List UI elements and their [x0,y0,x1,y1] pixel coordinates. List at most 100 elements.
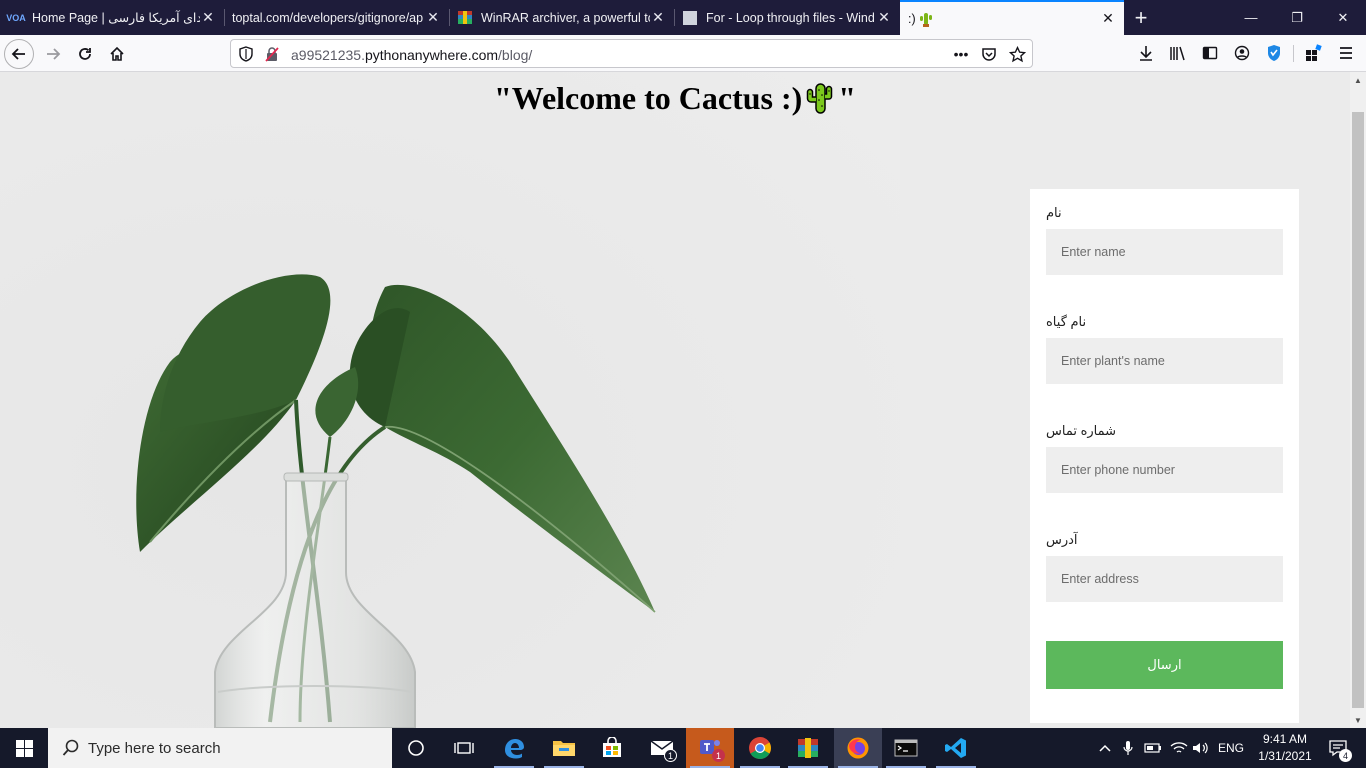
firefox-icon[interactable] [834,728,882,768]
address-bar[interactable]: a99521235.pythonanywhere.com/blog/ ••• [230,39,1033,68]
bookmark-star-icon[interactable] [1007,45,1027,63]
page-actions-more-icon[interactable]: ••• [951,45,971,63]
close-window-button[interactable]: ✕ [1320,0,1366,35]
tab-voa[interactable]: VOA Home Page | صدای آمریکا فارسی ✕ [0,0,224,35]
teams-badge: 1 [712,749,725,762]
generic-page-icon [682,10,698,26]
tab-title: Home Page | صدای آمریکا فارسی [32,11,200,25]
edge-icon[interactable] [490,728,538,768]
plant-order-form: نام نام گیاه شماره تماس آدرس ارسال [1030,189,1299,723]
vpn-shield-icon[interactable] [1263,43,1285,63]
name-input[interactable] [1046,229,1283,275]
vscode-icon[interactable] [932,728,980,768]
wifi-icon[interactable] [1168,728,1190,768]
page-title: "Welcome to Cactus :) " [493,80,857,116]
plant-name-input[interactable] [1046,338,1283,384]
address-field-group: آدرس [1046,532,1283,602]
close-tab-icon[interactable]: ✕ [650,9,666,26]
start-button[interactable] [0,728,48,768]
address-label: آدرس [1046,532,1078,547]
store-icon[interactable] [588,728,636,768]
extensions-icon[interactable] [1303,43,1325,63]
toolbar-separator [1293,45,1294,62]
url-text[interactable]: a99521235.pythonanywhere.com/blog/ [291,47,532,63]
scroll-up-icon[interactable]: ▲ [1350,72,1366,88]
name-field-group: نام [1046,205,1283,275]
battery-icon[interactable] [1142,728,1164,768]
forward-button[interactable] [38,39,68,69]
microphone-icon[interactable] [1118,728,1138,768]
taskbar-search-box[interactable]: Type here to search [48,728,392,768]
plant-name-field-group: نام گیاه [1046,314,1283,384]
submit-button[interactable]: ارسال [1046,641,1283,689]
tab-title: WinRAR archiver, a powerful to [481,10,650,25]
phone-field-group: شماره تماس [1046,423,1283,493]
plant-in-vase-image [0,72,900,728]
file-explorer-icon[interactable] [540,728,588,768]
pocket-icon[interactable] [979,45,999,63]
downloads-icon[interactable] [1135,43,1157,63]
web-page: "Welcome to Cactus :) " نام نام گیاه شما… [0,72,1350,728]
tab-title: :) [908,11,916,26]
home-icon [110,46,124,61]
reload-icon [79,48,91,60]
search-icon [62,739,79,756]
home-button[interactable] [102,39,132,69]
teams-icon[interactable]: 1 [686,728,734,768]
volume-icon[interactable] [1190,728,1212,768]
address-input[interactable] [1046,556,1283,602]
library-icon[interactable] [1167,43,1189,63]
clock-date: 1/31/2021 [1258,749,1312,763]
tab-gitignore[interactable]: toptal.com/developers/gitignore/ap ✕ [224,0,449,35]
navigation-toolbar: a99521235.pythonanywhere.com/blog/ ••• [0,35,1366,72]
insecure-lock-icon[interactable] [264,46,280,62]
mail-icon[interactable]: 1 [638,728,686,768]
close-tab-icon[interactable]: ✕ [425,9,441,26]
close-tab-icon[interactable]: ✕ [876,9,892,26]
winrar-icon [457,10,473,26]
back-button[interactable] [4,39,34,69]
input-language-indicator[interactable]: ENG [1214,728,1248,768]
account-icon[interactable] [1231,43,1253,63]
tab-cactus[interactable]: :) ✕ [900,0,1124,35]
minimize-button[interactable]: — [1228,0,1274,35]
timeline-icon[interactable] [440,728,488,768]
menu-hamburger-icon[interactable] [1335,43,1357,63]
page-scrollbar[interactable]: ▲ ▼ [1350,72,1366,728]
phone-label: شماره تماس [1046,423,1117,438]
new-tab-button[interactable]: + [1126,0,1156,35]
tab-title: toptal.com/developers/gitignore/ap [232,10,424,25]
tab-title: For - Loop through files - Wind [706,10,875,25]
tab-winrar[interactable]: WinRAR archiver, a powerful to ✕ [449,0,674,35]
notifications-button[interactable]: 4 [1318,728,1358,768]
show-hidden-icons-chevron-icon[interactable] [1094,728,1116,768]
sidebar-icon[interactable] [1199,43,1221,63]
tab-strip: VOA Home Page | صدای آمریکا فارسی ✕ topt… [0,0,1366,35]
close-tab-icon[interactable]: ✕ [200,9,216,26]
task-view-icon[interactable] [392,728,440,768]
reload-button[interactable] [70,39,100,69]
clock-time: 9:41 AM [1262,732,1308,746]
voa-logo-icon: VOA [6,12,26,23]
terminal-icon[interactable] [882,728,930,768]
mail-badge: 1 [664,749,677,762]
plant-name-label: نام گیاه [1046,314,1087,329]
notification-count-badge: 4 [1339,749,1352,762]
close-tab-icon[interactable]: ✕ [1100,10,1116,27]
scrollbar-thumb[interactable] [1352,112,1364,708]
search-placeholder: Type here to search [88,739,221,757]
phone-input[interactable] [1046,447,1283,493]
back-arrow-icon [11,48,25,60]
chrome-icon[interactable] [736,728,784,768]
tab-loop-files[interactable]: For - Loop through files - Wind ✕ [674,0,900,35]
cactus-emoji-icon [807,82,833,114]
name-label: نام [1046,205,1062,220]
scroll-down-icon[interactable]: ▼ [1350,712,1366,728]
system-clock[interactable]: 9:41 AM 1/31/2021 [1254,731,1316,765]
windows-logo-icon [15,739,33,757]
tracking-protection-shield-icon[interactable] [239,46,253,62]
forward-arrow-icon [47,48,61,60]
winrar-icon[interactable] [784,728,832,768]
cactus-icon [918,11,934,27]
restore-button[interactable]: ❐ [1274,0,1320,35]
